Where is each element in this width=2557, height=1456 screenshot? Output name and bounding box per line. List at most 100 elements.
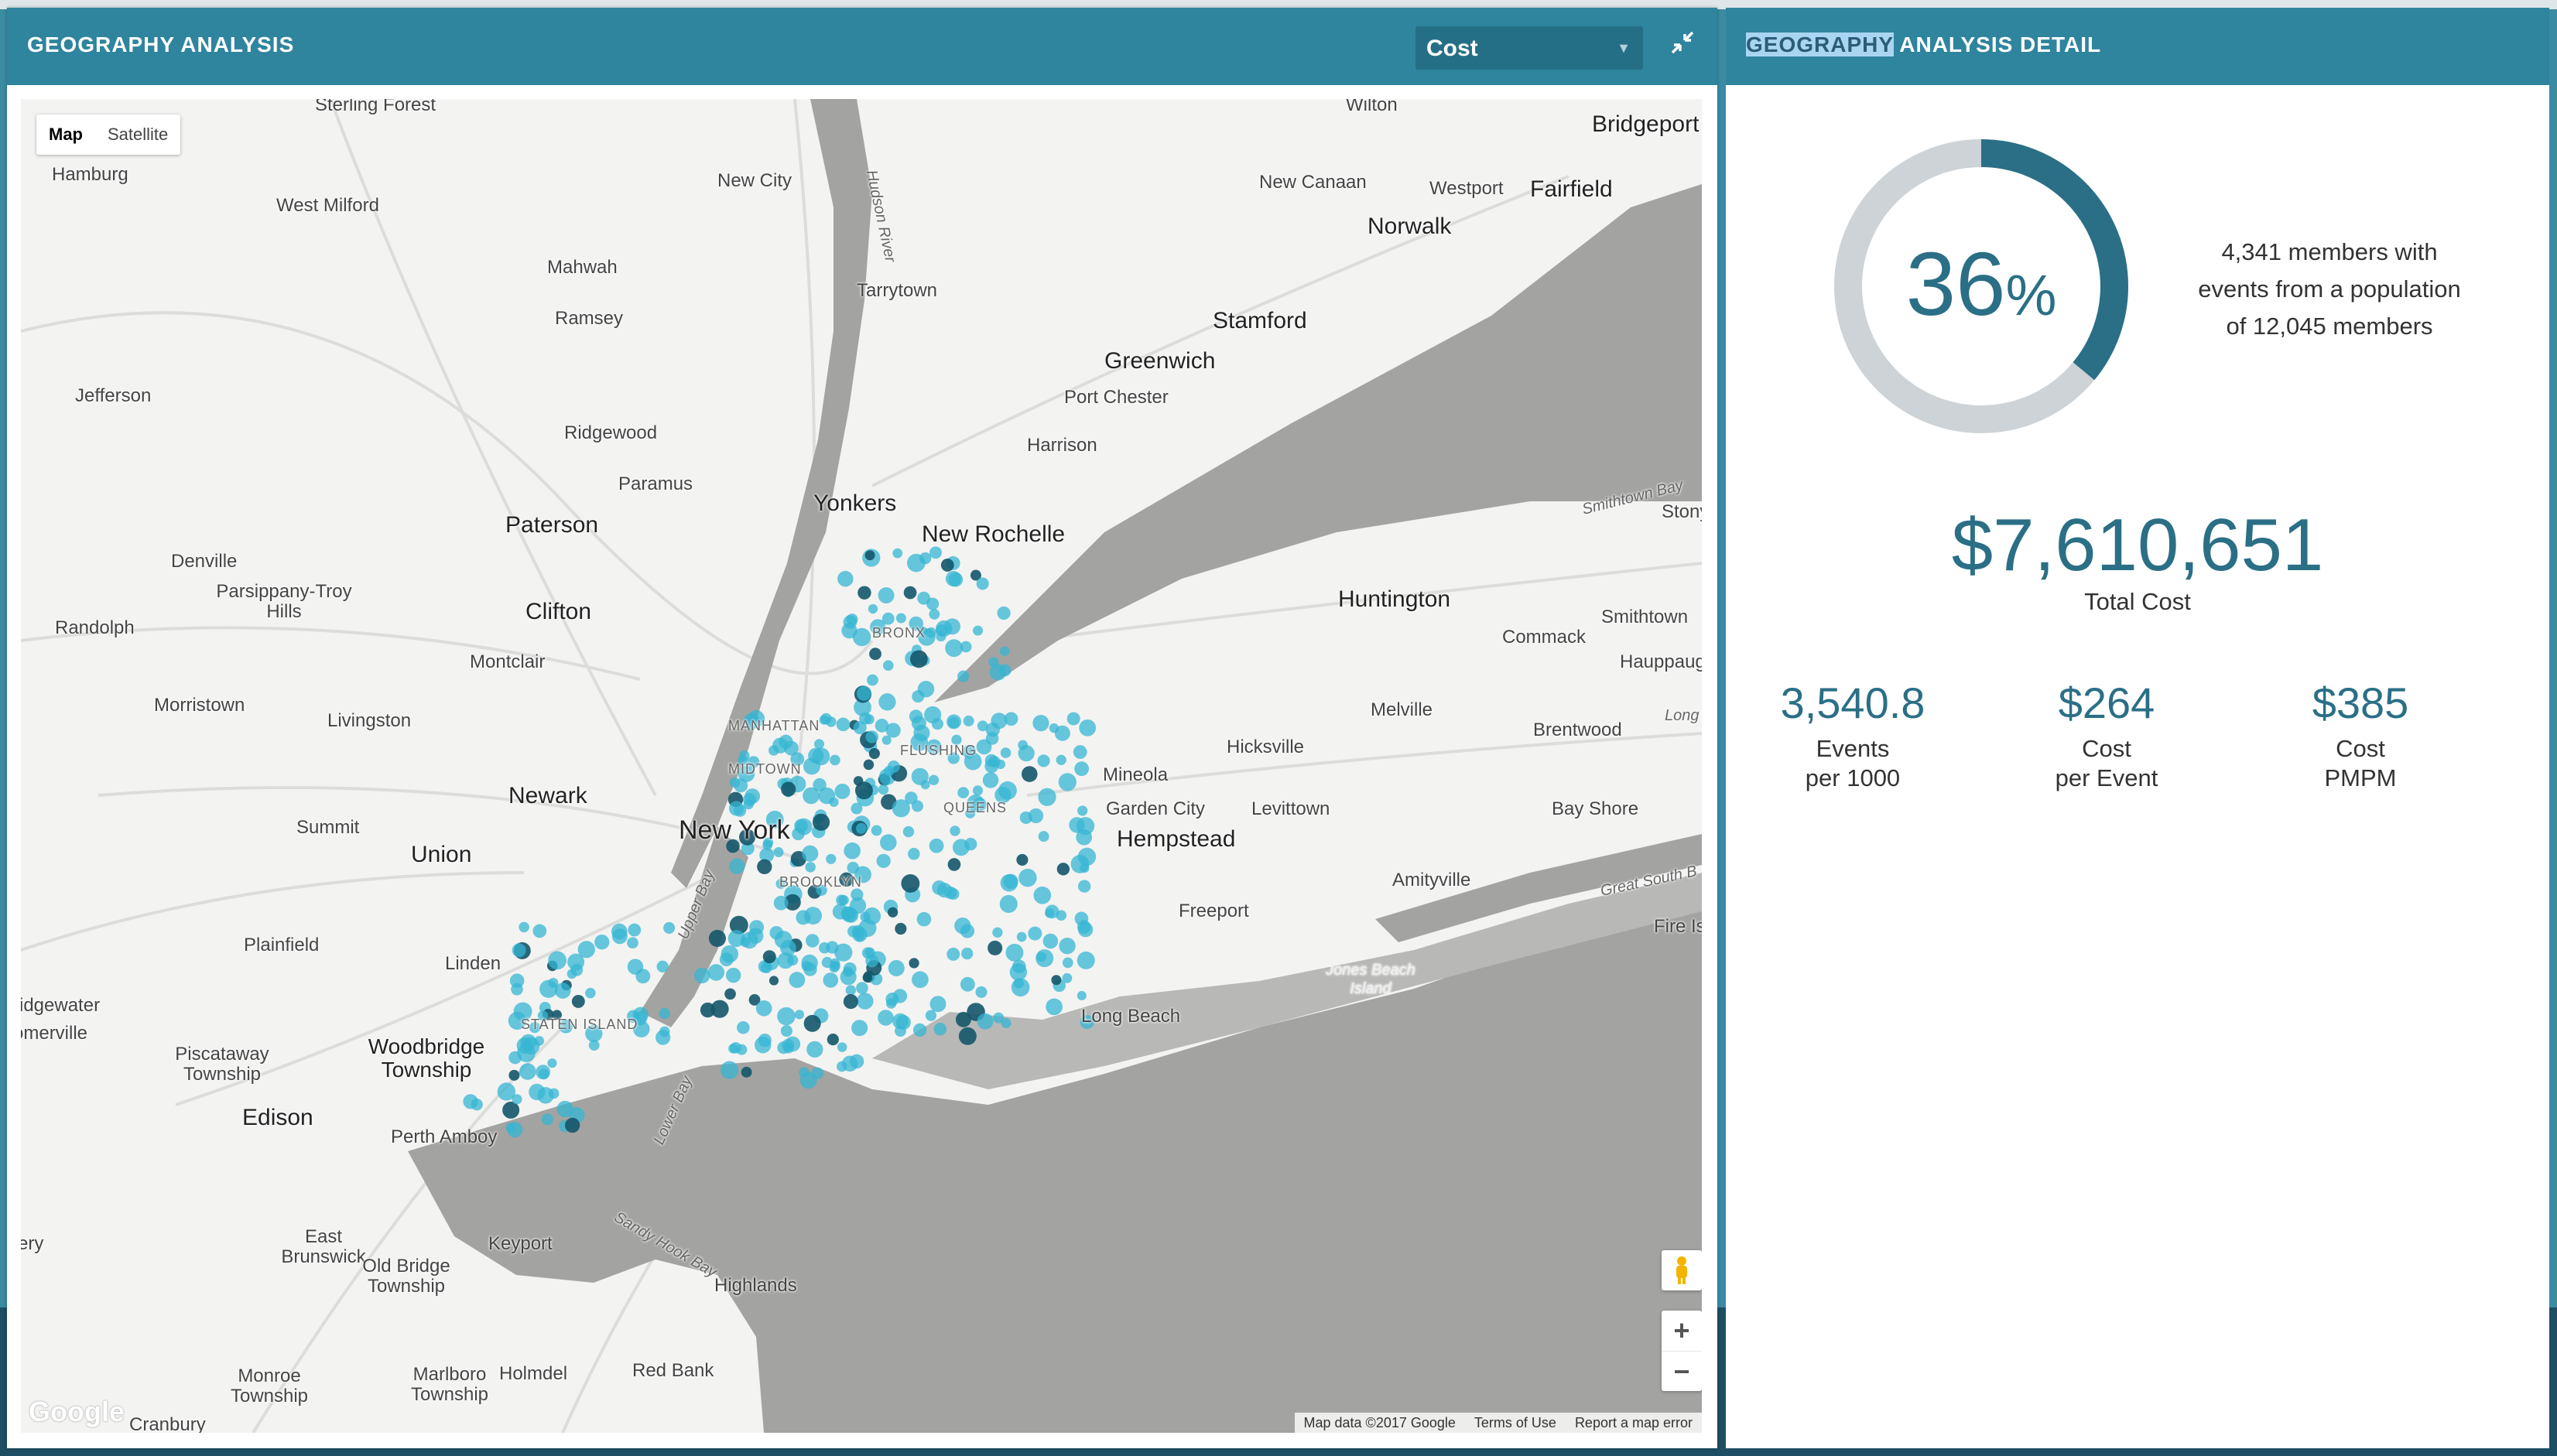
map-label: Amityville (1392, 870, 1471, 890)
heat-point (659, 1007, 670, 1020)
percent-number: 36 (1905, 234, 2006, 334)
heat-point (936, 631, 946, 642)
heat-point (594, 935, 610, 950)
heat-point (1028, 926, 1042, 941)
heat-point (957, 787, 970, 798)
zoom-in-button[interactable]: + (1662, 1311, 1702, 1351)
map-label: Sterling Forest (315, 99, 436, 115)
heat-point (708, 929, 726, 947)
heat-point (512, 1094, 522, 1105)
map-label: Denville (171, 551, 238, 572)
heat-point (909, 958, 919, 969)
members-summary: 4,341 members with events from a populat… (2190, 234, 2469, 345)
heat-point (856, 822, 867, 834)
heat-point (945, 571, 962, 587)
map-label: Westport (1429, 178, 1504, 199)
heat-point (802, 845, 819, 862)
heat-point (880, 834, 897, 851)
detail-title-rest: ANALYSIS DETAIL (1893, 32, 2102, 56)
heat-point (1077, 817, 1095, 836)
map-label: MANHATTAN (728, 718, 820, 733)
heat-point (567, 969, 577, 979)
heat-point (830, 754, 840, 766)
kpi-label: Events per 1000 (1805, 735, 1901, 791)
heat-point (1056, 863, 1070, 876)
heat-point (929, 546, 942, 559)
heat-point (745, 788, 761, 804)
map-type-map-button[interactable]: Map (36, 114, 95, 155)
heat-point (757, 859, 772, 874)
heat-point (1003, 873, 1018, 890)
kpi-label: Cost PMPM (2324, 735, 2397, 791)
heat-point (917, 680, 935, 698)
total-cost-value: $7,610,651 (1951, 504, 2324, 586)
metric-select[interactable]: Cost ▼ (1415, 26, 1643, 70)
heat-point (903, 586, 917, 600)
street-view-pegman-icon[interactable] (1662, 1250, 1702, 1290)
map-type-satellite-button[interactable]: Satellite (95, 114, 180, 155)
heat-point (865, 954, 879, 968)
heat-point (1038, 788, 1056, 806)
heat-point (794, 819, 808, 833)
heat-point (737, 1020, 750, 1034)
members-line: 4,341 members with (2221, 238, 2438, 265)
map-label: Brentwood (1533, 719, 1622, 740)
heat-point (813, 778, 827, 792)
heat-point (659, 1026, 670, 1037)
heat-point (946, 714, 962, 730)
heat-point (1018, 868, 1037, 887)
heat-point (539, 979, 558, 998)
map-label: Perth Amboy (391, 1126, 498, 1147)
heat-point (787, 955, 799, 966)
heat-point (1032, 715, 1049, 732)
total-cost-label: Total Cost (2084, 588, 2191, 615)
heat-point (957, 670, 970, 682)
map-label: Paterson (505, 512, 599, 538)
members-line: of 12,045 members (2226, 313, 2433, 340)
heat-point (803, 1014, 821, 1032)
heat-point (1070, 854, 1090, 873)
map-label: Freeport (1179, 901, 1249, 921)
heat-point (782, 1038, 795, 1051)
heat-point (725, 967, 741, 983)
map-label: Woodbridge Township (368, 1034, 485, 1082)
percent-value: 36% (1826, 232, 2136, 336)
heat-point (975, 986, 988, 998)
heat-point (834, 783, 851, 799)
terms-link[interactable]: Terms of Use (1474, 1413, 1556, 1433)
map-label: Linden (445, 953, 501, 974)
map-label: Marlboro Township (410, 1364, 489, 1405)
heat-point (813, 813, 830, 831)
heat-point (1016, 853, 1029, 866)
heat-point (836, 717, 851, 732)
heat-point (1028, 808, 1044, 824)
heat-point (887, 760, 900, 773)
heat-point (852, 927, 868, 942)
heat-point (856, 685, 872, 701)
kpi-cost-per-event: $264 Cost per Event (2006, 678, 2207, 793)
map-label: STATEN ISLAND (521, 1017, 638, 1032)
map-label: Stony (1662, 501, 1702, 522)
map-view[interactable]: Map Satellite Sterling Forest Hamburg We… (21, 99, 1702, 1433)
heat-point (929, 838, 944, 853)
heat-point (1077, 805, 1088, 816)
map-label: Parsippany-Troy Hills (216, 581, 352, 622)
map-label: Paramus (618, 473, 693, 494)
heat-point (529, 1083, 546, 1101)
map-label: Montclair (470, 651, 546, 672)
heat-point (885, 998, 897, 1009)
heat-point (976, 577, 989, 590)
heat-point (781, 781, 796, 797)
heat-point (1077, 951, 1095, 969)
heat-point (565, 1117, 580, 1133)
heat-point (1051, 975, 1062, 986)
map-label: Clifton (525, 599, 592, 624)
map-label: Summit (296, 817, 360, 838)
map-label: Melville (1371, 699, 1433, 720)
report-error-link[interactable]: Report a map error (1575, 1413, 1693, 1433)
heat-point (912, 1023, 927, 1037)
zoom-out-button[interactable]: − (1662, 1351, 1702, 1392)
heat-point (627, 959, 644, 975)
heat-point (916, 911, 932, 927)
collapse-arrows-icon[interactable] (1663, 29, 1702, 65)
